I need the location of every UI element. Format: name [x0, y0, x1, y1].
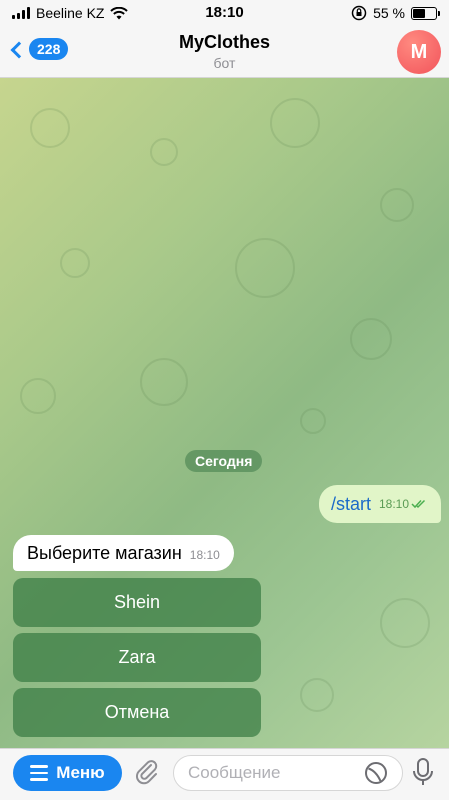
wallpaper-doodle: [300, 408, 326, 434]
keyboard-button-zara[interactable]: Zara: [13, 633, 261, 682]
message-time: 18:10: [378, 497, 409, 511]
wallpaper-doodle: [60, 248, 90, 278]
composer-bar: Меню Сообщение: [0, 748, 449, 800]
battery-icon: [411, 6, 440, 20]
message-time: 18:10: [189, 548, 220, 562]
wallpaper-doodle: [140, 358, 188, 406]
menu-label: Меню: [56, 763, 105, 782]
chat-title-area[interactable]: MyClothes бот: [0, 32, 449, 71]
wallpaper-doodle: [350, 318, 392, 360]
double-check-icon: [411, 499, 426, 509]
sticker-icon[interactable]: [364, 761, 388, 785]
wallpaper-doodle: [235, 238, 295, 298]
message-text[interactable]: /start: [331, 494, 371, 515]
orientation-lock-icon: [351, 5, 367, 21]
wallpaper-doodle: [30, 108, 70, 148]
paperclip-icon[interactable]: [132, 757, 162, 787]
outgoing-message[interactable]: /start 18:10: [318, 485, 441, 523]
battery-percent: 55 %: [373, 5, 405, 21]
chat-area: Сегодня /start 18:10 Выберите магазин 18…: [0, 78, 449, 748]
keyboard-button-shein[interactable]: Shein: [13, 578, 261, 627]
wallpaper-doodle: [380, 598, 430, 648]
wallpaper-doodle: [150, 138, 178, 166]
incoming-message[interactable]: Выберите магазин 18:10: [13, 535, 234, 571]
message-text: Выберите магазин: [27, 542, 182, 563]
date-separator: Сегодня: [185, 450, 263, 472]
wallpaper-doodle: [300, 678, 334, 712]
battery-fill: [413, 8, 426, 18]
status-bar: Beeline KZ 18:10 55 %: [0, 0, 449, 30]
wallpaper-doodle: [380, 188, 414, 222]
chat-subtitle: бот: [213, 55, 236, 71]
microphone-icon[interactable]: [412, 757, 434, 787]
avatar[interactable]: M: [397, 30, 441, 74]
wallpaper-doodle: [270, 98, 320, 148]
wallpaper-doodle: [20, 378, 56, 414]
menu-button[interactable]: Меню: [13, 755, 122, 791]
chat-header: 228 MyClothes бот M: [0, 30, 449, 78]
keyboard-button-cancel[interactable]: Отмена: [13, 688, 261, 737]
hamburger-icon: [30, 765, 49, 781]
chat-title: MyClothes: [178, 32, 270, 52]
